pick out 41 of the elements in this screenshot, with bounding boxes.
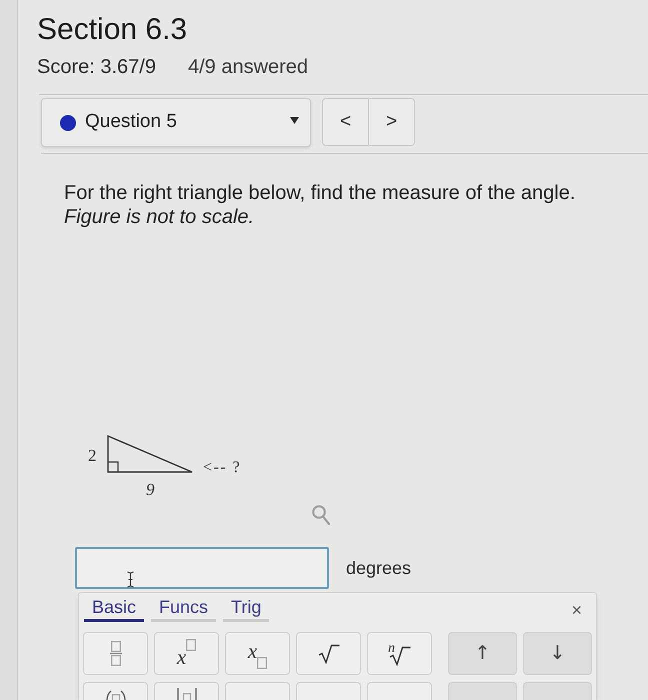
status-dot-icon <box>60 114 76 130</box>
previous-button[interactable]: < <box>322 98 369 146</box>
note-text: Figure is not to scale. <box>64 205 254 229</box>
keypad-tab[interactable]: Funcs <box>151 594 216 622</box>
close-button[interactable]: × <box>569 600 584 620</box>
side-label: 2 <box>88 446 96 465</box>
keypad-key[interactable] <box>225 682 290 700</box>
fraction-key[interactable] <box>83 632 148 675</box>
next-button[interactable]: > <box>369 98 415 146</box>
search-icon[interactable] <box>312 505 330 525</box>
question-text: For the right triangle below, find the measure of the angle. <box>64 181 576 205</box>
square-root-icon <box>318 644 340 664</box>
nth-root-key[interactable]: n <box>367 632 432 675</box>
power-key[interactable]: x <box>154 632 219 675</box>
subscript-key[interactable]: x <box>225 632 290 675</box>
keypad-key[interactable] <box>448 682 517 700</box>
parentheses-key[interactable] <box>83 682 148 700</box>
text-cursor-icon <box>127 571 134 588</box>
section-title: Section 6.3 <box>37 12 188 48</box>
progress-text: 4/9 answered <box>188 55 308 79</box>
root-sign-icon <box>389 646 411 666</box>
question-picker[interactable]: Question 5 <box>41 98 311 147</box>
subscript-box-icon <box>257 656 268 668</box>
arrow-key[interactable]: ↓ <box>523 632 592 675</box>
keypad-key[interactable] <box>523 682 592 700</box>
angle-label: <-- ? <box>203 459 242 476</box>
fraction-icon <box>110 641 122 666</box>
absolute-value-key[interactable] <box>154 682 219 700</box>
absolute-value-box-icon <box>176 687 198 700</box>
unit-text: degrees <box>346 557 412 580</box>
side-label: 9 <box>146 480 154 499</box>
keypad-key[interactable] <box>367 682 432 700</box>
keypad-key[interactable] <box>296 682 361 700</box>
superscript-box-icon <box>186 638 196 650</box>
arrow-key[interactable]: ↑ <box>448 632 517 675</box>
square-root-key[interactable] <box>296 632 361 675</box>
keypad-tab[interactable]: Basic <box>84 594 144 622</box>
answer-field[interactable] <box>75 547 329 589</box>
score-text: Score: 3.67/9 <box>37 55 156 79</box>
caret-down-icon <box>290 117 299 124</box>
keypad-tab[interactable]: Trig <box>223 594 270 622</box>
